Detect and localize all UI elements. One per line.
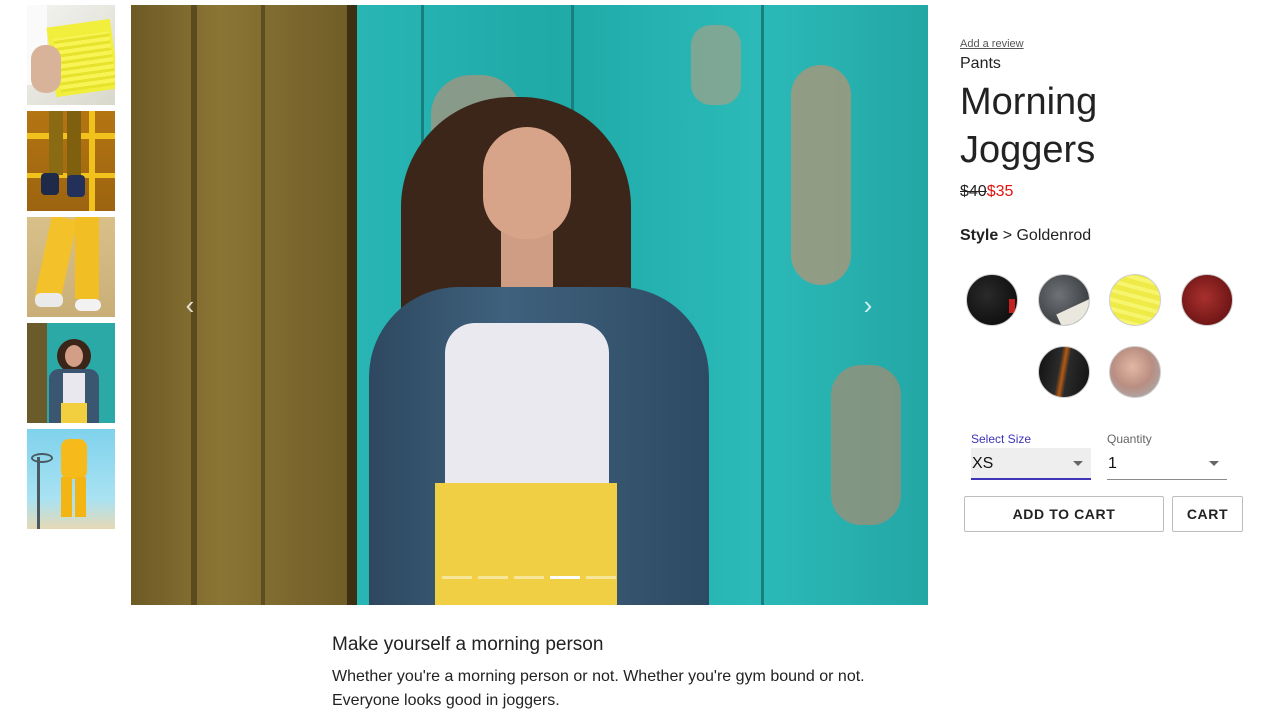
model-top xyxy=(445,323,609,499)
peeled-paint xyxy=(791,65,851,285)
thumbnail-5-leg-left xyxy=(61,477,72,517)
carousel-indicator-1[interactable] xyxy=(442,576,472,579)
thumbnail-4-pants xyxy=(61,403,87,423)
thumbnail-2-shoe-left xyxy=(41,173,59,195)
size-select[interactable]: XS xyxy=(971,448,1091,480)
thumbnail-2-post xyxy=(89,111,95,211)
carousel-indicator-4[interactable] xyxy=(550,576,580,579)
thumbnail-2-shoe-right xyxy=(67,175,85,197)
peeled-paint xyxy=(691,25,741,105)
style-label: Style xyxy=(960,227,999,244)
quantity-select[interactable]: 1 xyxy=(1107,448,1227,480)
thumbnail-3-leg-right xyxy=(75,217,99,299)
thumbnail-5-pole xyxy=(37,457,40,529)
style-separator: > xyxy=(998,227,1017,244)
thumbnail-4-top xyxy=(63,373,85,403)
carousel-indicator-5[interactable] xyxy=(586,576,616,579)
quantity-select-label: Quantity xyxy=(1107,432,1152,446)
style-swatch-black-orange[interactable] xyxy=(1038,346,1090,398)
description-heading: Make yourself a morning person xyxy=(332,634,604,655)
thumbnail-5-leg-right xyxy=(75,477,86,517)
thumbnail-3-shoe-left xyxy=(35,293,63,307)
thumbnail-1-arm xyxy=(31,45,61,93)
cart-button[interactable]: CART xyxy=(1172,496,1243,532)
carousel-indicators xyxy=(442,576,616,579)
style-swatch-yellow[interactable] xyxy=(1109,274,1161,326)
carousel-indicator-2[interactable] xyxy=(478,576,508,579)
model-pants xyxy=(435,483,617,605)
description-body: Whether you're a morning person or not. … xyxy=(332,668,865,709)
product-title: Morning Joggers xyxy=(960,81,1098,171)
add-review-link[interactable]: Add a review xyxy=(960,38,1024,50)
product-main-image[interactable]: ‹ › xyxy=(131,5,928,605)
thumbnail-3[interactable] xyxy=(27,217,115,317)
thumbnail-1-magazine xyxy=(53,31,115,93)
product-category: Pants xyxy=(960,55,1001,72)
style-swatch-black[interactable] xyxy=(966,274,1018,326)
wall-stripe-2 xyxy=(261,5,265,605)
thumbnail-4-face xyxy=(65,345,83,367)
carousel-indicator-3[interactable] xyxy=(514,576,544,579)
thumbnail-1[interactable] xyxy=(27,5,115,105)
selected-style-name: Goldenrod xyxy=(1016,227,1092,244)
thumbnail-list xyxy=(27,5,115,535)
thumbnail-2-leg-left xyxy=(49,111,63,175)
size-select-label: Select Size xyxy=(971,432,1032,446)
thumbnail-4-wall xyxy=(27,323,47,423)
wall-edge xyxy=(347,5,357,605)
style-selector-label: Style > Goldenrod xyxy=(960,227,1091,245)
style-swatch-pink[interactable] xyxy=(1109,346,1161,398)
thumbnail-4[interactable] xyxy=(27,323,115,423)
plank-line xyxy=(761,5,764,605)
model-face xyxy=(483,127,571,239)
add-to-cart-button[interactable]: ADD TO CART xyxy=(964,496,1164,532)
product-description: Make yourself a morning person Whether y… xyxy=(332,634,932,713)
wall-left xyxy=(131,5,353,605)
sale-price: $35 xyxy=(986,183,1014,200)
quantity-select-value: 1 xyxy=(1108,455,1117,472)
chevron-left-icon[interactable]: ‹ xyxy=(179,292,201,318)
thumbnail-2-leg-right xyxy=(67,111,81,177)
chevron-right-icon[interactable]: › xyxy=(857,292,879,318)
price-block: $40$35 xyxy=(960,183,1013,201)
thumbnail-2[interactable] xyxy=(27,111,115,211)
thumbnail-5[interactable] xyxy=(27,429,115,529)
thumbnail-5-body xyxy=(61,439,87,479)
caret-down-icon xyxy=(1073,461,1083,466)
original-price: $40 xyxy=(960,183,987,200)
thumbnail-3-shoe-right xyxy=(75,299,101,311)
style-swatch-gray[interactable] xyxy=(1038,274,1090,326)
caret-down-icon xyxy=(1209,461,1219,466)
thumbnail-5-hoop xyxy=(31,453,53,463)
peeled-paint xyxy=(831,365,901,525)
size-select-value: XS xyxy=(972,455,994,472)
style-swatch-maroon[interactable] xyxy=(1181,274,1233,326)
thumbnail-3-leg-left xyxy=(34,217,78,303)
